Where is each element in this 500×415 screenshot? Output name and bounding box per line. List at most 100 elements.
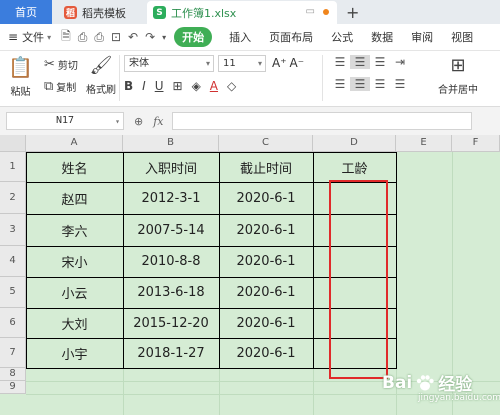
save-icon[interactable]: 🗎 xyxy=(61,27,71,48)
column-header-f[interactable]: F xyxy=(452,135,500,152)
ribbon-divider xyxy=(119,55,120,101)
row-header-6[interactable]: 6 xyxy=(0,308,26,338)
tab-template[interactable]: 稻 稻壳模板 xyxy=(58,1,144,24)
unsaved-dot-icon xyxy=(323,8,329,15)
menu-page-layout[interactable]: 页面布局 xyxy=(260,29,322,45)
tab-home[interactable]: 首页 xyxy=(0,0,52,24)
underline-icon[interactable]: U xyxy=(155,79,164,93)
print-preview-icon[interactable]: ⊡ xyxy=(111,30,121,44)
clear-format-icon[interactable]: ◇ xyxy=(227,79,236,93)
table-cell[interactable]: 2015-12-20 xyxy=(123,308,219,338)
monitor-icon[interactable]: ▭ xyxy=(306,6,315,17)
row-header-4[interactable]: 4 xyxy=(0,246,26,277)
print-icon[interactable]: ⎙ xyxy=(94,30,104,45)
bold-icon[interactable]: B xyxy=(124,79,133,93)
table-cell[interactable]: 小云 xyxy=(26,277,123,308)
tab-workbook-label: 工作簿1.xlsx xyxy=(171,6,237,20)
export-pdf-icon[interactable]: ⎙ xyxy=(78,30,88,45)
table-cell[interactable]: 2013-6-18 xyxy=(123,277,219,308)
formula-bar: N17 ▾ ⊕ fx xyxy=(0,107,500,135)
table-cell[interactable]: 2010-8-8 xyxy=(123,246,219,277)
row-header-2[interactable]: 2 xyxy=(0,182,26,214)
fill-color-icon[interactable]: ◈ xyxy=(192,79,201,93)
italic-icon[interactable]: I xyxy=(142,79,146,93)
menu-insert[interactable]: 插入 xyxy=(220,29,260,45)
table-cell[interactable]: 2012-3-1 xyxy=(123,182,219,214)
column-header-c[interactable]: C xyxy=(219,135,313,152)
copy-button[interactable]: ⧉ 复制 xyxy=(44,79,76,94)
copy-label: 复制 xyxy=(56,83,77,94)
menu-review[interactable]: 审阅 xyxy=(402,29,442,45)
tab-controls: ▭ xyxy=(306,6,329,17)
align-left-icon[interactable]: ☰ xyxy=(330,77,350,91)
row-header-8[interactable]: 8 xyxy=(0,368,26,381)
select-all-corner[interactable] xyxy=(0,135,26,152)
function-icon[interactable]: fx xyxy=(153,115,163,128)
border-icon[interactable]: ⊞ xyxy=(173,79,183,93)
tab-workbook[interactable]: S 工作簿1.xlsx ▭ xyxy=(147,1,337,24)
table-cell[interactable]: 2020-6-1 xyxy=(219,214,313,246)
row-header-3[interactable]: 3 xyxy=(0,214,26,246)
wrap-text-icon[interactable]: ⇥ xyxy=(390,55,410,69)
highlight-box xyxy=(329,180,388,379)
font-name-select[interactable]: 宋体 ▾ xyxy=(124,55,214,72)
zoom-icon[interactable]: ⊕ xyxy=(134,115,143,128)
header-cell-end-date[interactable]: 截止时间 xyxy=(219,152,313,182)
table-cell[interactable]: 2020-6-1 xyxy=(219,338,313,368)
new-tab-plus-icon[interactable]: + xyxy=(346,3,359,22)
alignment-group: ☰ ☰ ☰ ⇥ ☰ ☰ ☰ ☰ xyxy=(330,55,410,91)
justify-icon[interactable]: ☰ xyxy=(390,77,410,91)
table-cell[interactable]: 赵四 xyxy=(26,182,123,214)
decrease-font-icon[interactable]: A⁻ xyxy=(290,56,305,70)
header-cell-seniority[interactable]: 工龄 xyxy=(313,152,396,182)
row-header-5[interactable]: 5 xyxy=(0,277,26,308)
column-header-a[interactable]: A xyxy=(26,135,123,152)
spreadsheet-grid[interactable]: A B C D E F 1 2 3 4 5 6 7 8 9 姓名 入职时间 截止… xyxy=(0,135,500,415)
redo-icon[interactable]: ↷ xyxy=(145,30,155,44)
format-painter-label: 格式刷 xyxy=(86,85,116,96)
table-cell[interactable]: 2007-5-14 xyxy=(123,214,219,246)
font-color-icon[interactable]: A xyxy=(210,79,218,93)
formula-input[interactable] xyxy=(171,112,472,130)
table-cell[interactable]: 宋小 xyxy=(26,246,123,277)
header-cell-name[interactable]: 姓名 xyxy=(26,152,123,182)
column-header-e[interactable]: E xyxy=(396,135,452,152)
font-size-select[interactable]: 11 ▾ xyxy=(218,55,266,72)
merge-center-label: 合并居中 xyxy=(438,85,478,96)
table-cell[interactable]: 2020-6-1 xyxy=(219,308,313,338)
file-menu[interactable]: ≡ 文件 ▾ xyxy=(8,29,51,45)
font-name-value: 宋体 xyxy=(129,58,149,69)
align-center-icon[interactable]: ☰ xyxy=(350,77,370,91)
name-box[interactable]: N17 ▾ xyxy=(6,112,124,130)
tab-start[interactable]: 开始 xyxy=(174,27,213,47)
paste-button[interactable]: 📋 粘贴 xyxy=(8,55,33,98)
table-cell[interactable]: 2020-6-1 xyxy=(219,182,313,214)
table-cell[interactable]: 2020-6-1 xyxy=(219,277,313,308)
header-cell-start-date[interactable]: 入职时间 xyxy=(123,152,219,182)
cut-button[interactable]: ✂ 剪切 xyxy=(44,57,78,72)
table-cell[interactable]: 小宇 xyxy=(26,338,123,368)
table-cell[interactable]: 2018-1-27 xyxy=(123,338,219,368)
table-cell[interactable]: 李六 xyxy=(26,214,123,246)
align-middle-icon[interactable]: ☰ xyxy=(350,55,370,69)
align-bottom-icon[interactable]: ☰ xyxy=(370,55,390,69)
table-cell[interactable]: 大刘 xyxy=(26,308,123,338)
align-top-icon[interactable]: ☰ xyxy=(330,55,350,69)
align-right-icon[interactable]: ☰ xyxy=(370,77,390,91)
undo-icon[interactable]: ↶ xyxy=(128,30,138,44)
column-header-b[interactable]: B xyxy=(123,135,219,152)
row-header-9[interactable]: 9 xyxy=(0,381,26,394)
menu-view[interactable]: 视图 xyxy=(442,29,482,45)
menu-data[interactable]: 数据 xyxy=(362,29,402,45)
increase-font-icon[interactable]: A⁺ xyxy=(272,56,287,70)
row-header-1[interactable]: 1 xyxy=(0,152,26,182)
more-chevron-icon[interactable]: ▾ xyxy=(162,33,166,42)
menu-formulas[interactable]: 公式 xyxy=(322,29,362,45)
table-cell[interactable]: 2020-6-1 xyxy=(219,246,313,277)
format-painter-button[interactable]: 🖌 格式刷 xyxy=(86,55,116,96)
clipboard-icon: 📋 xyxy=(8,55,33,79)
ribbon-divider xyxy=(322,55,323,101)
merge-center-button[interactable]: ⊞ 合并居中 xyxy=(438,55,478,96)
row-header-7[interactable]: 7 xyxy=(0,338,26,368)
column-header-d[interactable]: D xyxy=(313,135,396,152)
